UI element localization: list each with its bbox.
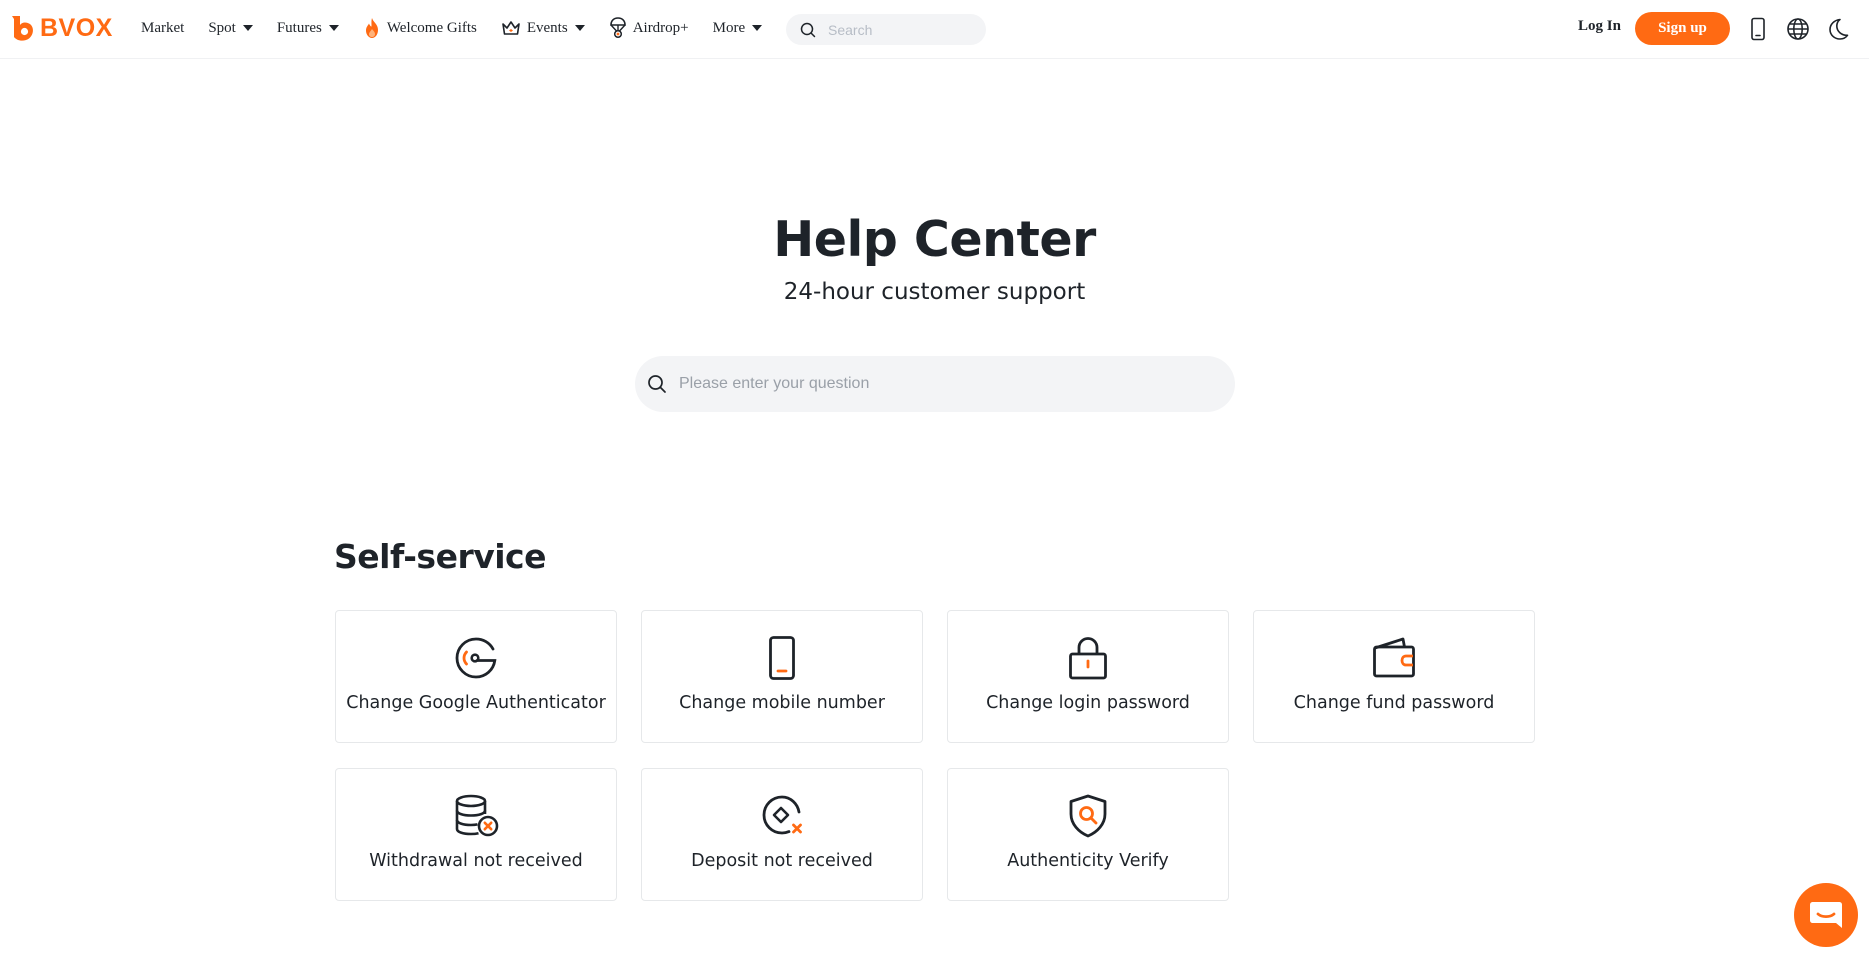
- nav-events-label: Events: [526, 19, 568, 36]
- nav-more-label: More: [712, 19, 746, 36]
- nav-welcome-gifts[interactable]: Welcome Gifts: [363, 17, 477, 39]
- bvox-logo[interactable]: BVOX: [11, 13, 113, 43]
- question-search[interactable]: [635, 356, 1235, 412]
- lock-icon: [1065, 635, 1111, 681]
- card-change-login-password[interactable]: Change login password: [947, 610, 1229, 743]
- card-label: Change fund password: [1293, 693, 1495, 713]
- coins-x-icon: [453, 793, 499, 839]
- signup-button[interactable]: Sign up: [1635, 12, 1730, 45]
- card-deposit-not-received[interactable]: Deposit not received: [641, 768, 923, 901]
- card-label: Withdrawal not received: [369, 851, 583, 871]
- mobile-phone-icon: [759, 635, 805, 681]
- search-icon: [800, 22, 816, 37]
- caret-down-icon: [752, 25, 763, 31]
- card-label: Change login password: [986, 693, 1190, 713]
- deposit-x-icon: [759, 793, 805, 839]
- login-link[interactable]: Log In: [1578, 18, 1621, 35]
- nav-more[interactable]: More: [713, 20, 763, 37]
- card-label: Deposit not received: [691, 851, 873, 871]
- wallet-icon: [1371, 635, 1417, 681]
- brand-name: BVOX: [40, 14, 113, 42]
- nav-spot-label: Spot: [208, 19, 236, 36]
- nav-events[interactable]: Events: [501, 20, 585, 37]
- bvox-logo-icon: [12, 16, 33, 41]
- nav-market-label: Market: [141, 19, 185, 36]
- chat-support-button[interactable]: [1794, 883, 1858, 947]
- moon-icon[interactable]: [1825, 16, 1851, 42]
- crown-icon: [501, 20, 521, 36]
- google-authenticator-icon: [453, 635, 499, 681]
- nav-airdrop[interactable]: Airdrop+: [609, 17, 689, 39]
- header-search[interactable]: [786, 14, 986, 45]
- page-subtitle: 24-hour customer support: [783, 279, 1086, 305]
- card-change-fund-password[interactable]: Change fund password: [1253, 610, 1535, 743]
- card-change-mobile-number[interactable]: Change mobile number: [641, 610, 923, 743]
- chat-icon: [1810, 902, 1842, 928]
- parachute-icon: [609, 17, 627, 39]
- self-service-title: Self-service: [334, 537, 547, 576]
- fire-icon: [363, 17, 381, 39]
- nav-airdrop-label: Airdrop+: [632, 19, 689, 36]
- nav-spot[interactable]: Spot: [208, 20, 253, 37]
- mobile-icon[interactable]: [1745, 16, 1771, 42]
- card-label: Change mobile number: [679, 693, 885, 713]
- main-nav: Market Spot Futures Welcome Gifts Events…: [141, 0, 786, 56]
- search-icon: [648, 375, 666, 393]
- top-header: BVOX Market Spot Futures Welcome Gifts E…: [0, 0, 1869, 59]
- card-label: Change Google Authenticator: [346, 693, 606, 713]
- card-label: Authenticity Verify: [1007, 851, 1169, 871]
- caret-down-icon: [328, 25, 339, 31]
- caret-down-icon: [574, 25, 585, 31]
- nav-futures-label: Futures: [276, 19, 322, 36]
- nav-welcome-gifts-label: Welcome Gifts: [386, 19, 477, 36]
- nav-futures[interactable]: Futures: [277, 20, 339, 37]
- card-withdrawal-not-received[interactable]: Withdrawal not received: [335, 768, 617, 901]
- header-search-input[interactable]: [826, 20, 970, 39]
- question-search-input[interactable]: [677, 374, 1201, 394]
- globe-icon[interactable]: [1785, 16, 1811, 42]
- card-authenticity-verify[interactable]: Authenticity Verify: [947, 768, 1229, 901]
- card-change-google-authenticator[interactable]: Change Google Authenticator: [335, 610, 617, 743]
- caret-down-icon: [242, 25, 253, 31]
- shield-search-icon: [1065, 793, 1111, 839]
- page-title: Help Center: [773, 211, 1096, 268]
- nav-market[interactable]: Market: [141, 20, 184, 37]
